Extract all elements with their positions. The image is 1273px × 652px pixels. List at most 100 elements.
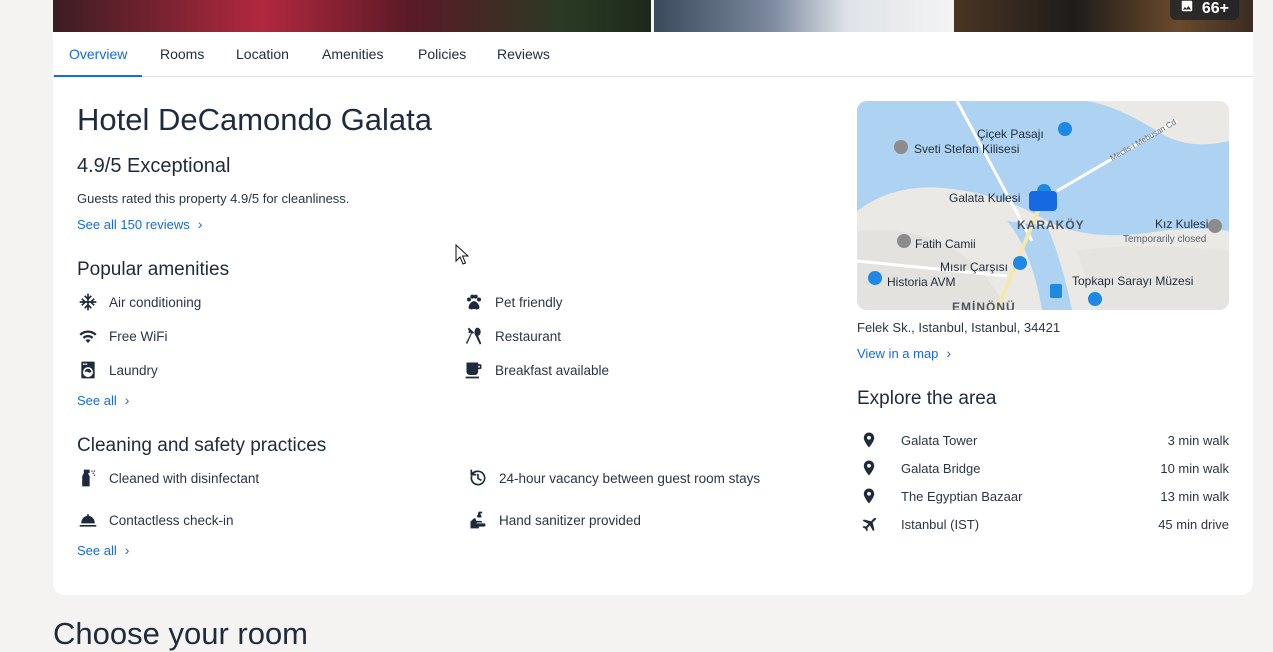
map-pin-icon [857,487,881,505]
museum-pin-icon [1088,292,1102,306]
amenities-see-all-label: See all [77,392,117,408]
cleanliness-note: Guests rated this property 4.9/5 for cle… [77,191,350,206]
rating-summary: 4.9/5 Exceptional [77,155,231,177]
place-name: Galata Bridge [901,460,981,476]
wifi-icon [77,325,99,347]
map-pin-icon [857,431,881,449]
image-icon [1180,0,1194,18]
map-pin-icon [857,459,881,477]
coffee-cup-icon [463,359,485,381]
amenities-heading: Popular amenities [77,259,230,280]
cleaning-item: 24-hour vacancy between guest room stays [467,467,760,489]
nearby-place: Galata Tower 3 min walk [857,429,1229,451]
see-all-reviews-label: See all 150 reviews [77,216,190,232]
tab-location[interactable]: Location [236,32,289,76]
snowflake-icon [77,291,99,313]
amenity-label: Restaurant [495,328,562,344]
attraction-pin-icon [1058,122,1072,136]
map-label-topkapi: Topkapı Sarayı Müzesi [1072,274,1193,288]
amenity-label: Laundry [109,362,158,378]
amenity-label: Breakfast available [495,362,610,378]
chevron-right-icon: › [124,392,130,408]
place-distance: 3 min walk [1167,432,1229,448]
cleaning-item: Cleaned with disinfectant [77,467,259,489]
shopping-pin-icon [868,271,882,285]
tram-stop-icon [1050,284,1062,298]
hotel-address: Felek Sk., Istanbul, Istanbul, 34421 [857,320,1061,335]
map-label-fatih: Fatih Camii [915,237,976,251]
overview-card: Overview Rooms Location Amenities Polici… [53,32,1253,595]
map-label-eminonu: EMİNÖNÜ [952,299,1016,310]
amenities-see-all-link[interactable]: See all › [77,392,129,408]
tab-amenities[interactable]: Amenities [322,32,383,76]
choose-room-heading: Choose your room [53,616,309,651]
airplane-icon [857,515,881,533]
photo-gallery[interactable]: 66+ [53,0,1253,32]
location-map[interactable]: Çiçek Pasajı Sveti Stefan Kilisesi Galat… [857,101,1229,310]
amenity-item: Laundry [77,359,158,381]
church-pin-icon [894,140,908,154]
map-label-sveti: Sveti Stefan Kilisesi [914,142,1019,156]
photo-count-label: 66+ [1201,0,1229,17]
paw-icon [463,291,485,313]
tower-pin-icon [1208,219,1222,233]
map-label-kiz-status: Temporarily closed [1123,234,1206,245]
chevron-right-icon: › [946,345,952,361]
map-label-misir: Mısır Çarşısı [940,260,1008,274]
map-label-cicek: Çiçek Pasajı [977,127,1044,141]
map-label-galata: Galata Kulesi [949,191,1020,205]
cleaning-heading: Cleaning and safety practices [77,435,327,456]
tab-rooms[interactable]: Rooms [160,32,204,76]
map-label-historia: Historia AVM [887,275,955,289]
place-name: Galata Tower [901,432,978,448]
amenity-item: Pet friendly [463,291,563,313]
place-distance: 45 min drive [1158,516,1229,532]
amenity-item: Free WiFi [77,325,168,347]
hotel-marker-icon [1029,191,1057,211]
amenity-item: Restaurant [463,325,561,347]
amenity-item: Breakfast available [463,359,609,381]
tab-policies[interactable]: Policies [418,32,466,76]
clock-refresh-icon [467,467,489,489]
cleaning-item: Contactless check-in [77,509,234,531]
cleaning-label: Hand sanitizer provided [499,512,641,528]
explore-heading: Explore the area [857,388,997,409]
amenity-item: Air conditioning [77,291,201,313]
cleaning-see-all-label: See all [77,542,117,558]
place-name: The Egyptian Bazaar [901,488,1023,504]
section-tabs: Overview Rooms Location Amenities Polici… [53,32,1253,77]
shopping-pin-icon [1013,256,1027,270]
mouse-cursor-icon [455,244,469,265]
service-bell-icon [77,509,99,531]
map-label-karakoy: KARAKÖY [1017,217,1085,232]
view-in-map-link[interactable]: View in a map › [857,345,951,361]
cleaning-label: Contactless check-in [109,512,234,528]
nearby-place: Istanbul (IST) 45 min drive [857,513,1229,535]
photo-count-button[interactable]: 66+ [1169,0,1239,20]
cleaning-see-all-link[interactable]: See all › [77,542,129,558]
tab-overview[interactable]: Overview [53,32,143,77]
amenity-label: Air conditioning [109,294,202,310]
utensils-icon [463,325,485,347]
tab-reviews[interactable]: Reviews [497,32,550,76]
amenity-label: Pet friendly [495,294,563,310]
amenity-label: Free WiFi [109,328,168,344]
cleaning-label: 24-hour vacancy between guest room stays [499,470,761,486]
place-distance: 10 min walk [1160,460,1229,476]
chevron-right-icon: › [124,542,130,558]
place-name: Istanbul (IST) [901,516,980,532]
nearby-place: The Egyptian Bazaar 13 min walk [857,485,1229,507]
gallery-photo-1[interactable] [53,0,651,32]
nearby-place: Galata Bridge 10 min walk [857,457,1229,479]
place-distance: 13 min walk [1160,488,1229,504]
spray-bottle-icon [77,467,99,489]
hand-sanitizer-icon [467,509,489,531]
gallery-photo-3[interactable]: 66+ [954,0,1253,32]
chevron-right-icon: › [197,216,203,232]
see-all-reviews-link[interactable]: See all 150 reviews › [77,216,202,232]
washing-machine-icon [77,359,99,381]
gallery-photo-2[interactable] [654,0,951,32]
cleaning-item: Hand sanitizer provided [467,509,641,531]
cleaning-label: Cleaned with disinfectant [109,470,260,486]
mosque-pin-icon [897,234,911,248]
